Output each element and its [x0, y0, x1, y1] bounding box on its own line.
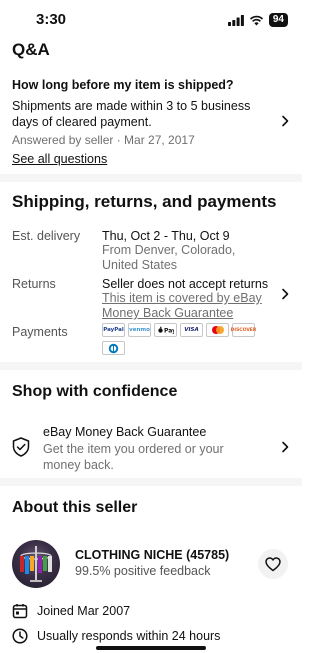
delivery-dates: Thu, Oct 2 - Thu, Oct 9 [102, 229, 230, 243]
section-divider [0, 478, 302, 486]
diners-club-icon [102, 341, 125, 355]
apple-pay-icon: Pay [154, 323, 177, 337]
clock-icon [12, 628, 28, 644]
seller-joined: Joined Mar 2007 [37, 604, 131, 618]
calendar-icon [12, 604, 28, 619]
seller-title: About this seller [12, 499, 138, 516]
money-back-guarantee-subtitle: Get the item you ordered or your money b… [43, 442, 224, 472]
returns-value: Seller does not accept returns [102, 277, 269, 291]
money-back-link[interactable]: This item is covered by eBay Money Back … [102, 291, 272, 321]
payment-methods-row: PayPal venmo Pay VISA DISCOVER [102, 323, 256, 337]
svg-text:Pay: Pay [164, 328, 174, 334]
payment-methods-row-2 [102, 341, 125, 355]
paypal-icon: PayPal [102, 323, 125, 337]
qa-answer: Shipments are made within 3 to 5 busines… [12, 99, 251, 129]
money-back-guarantee-title[interactable]: eBay Money Back Guarantee [43, 425, 206, 439]
battery-indicator: 94 [268, 13, 288, 27]
status-bar: 3:30 94 [0, 0, 302, 40]
home-indicator [96, 646, 206, 650]
delivery-label: Est. delivery [12, 229, 81, 243]
heart-icon [265, 556, 281, 571]
shield-check-icon [12, 437, 30, 457]
shipping-title: Shipping, returns, and payments [12, 192, 277, 211]
visa-icon: VISA [180, 323, 203, 337]
section-divider [0, 362, 302, 370]
returns-label: Returns [12, 277, 56, 291]
venmo-icon: venmo [128, 323, 151, 337]
status-icons: 94 [227, 13, 288, 27]
section-divider [0, 174, 302, 182]
qa-title: Q&A [12, 40, 50, 59]
signal-icon [227, 14, 244, 26]
status-time: 3:30 [36, 11, 67, 28]
chevron-right-icon[interactable] [279, 115, 291, 127]
seller-response-time: Usually responds within 24 hours [37, 629, 221, 643]
seller-response-row: Usually responds within 24 hours [12, 628, 220, 644]
delivery-from: From Denver, Colorado, United States [102, 243, 236, 272]
confidence-title: Shop with confidence [12, 383, 178, 400]
see-all-questions-link[interactable]: See all questions [12, 152, 107, 166]
qa-answered-by: Answered by seller · Mar 27, 2017 [12, 133, 195, 147]
seller-feedback: 99.5% positive feedback [75, 564, 211, 578]
save-seller-button[interactable] [258, 549, 288, 579]
seller-name[interactable]: CLOTHING NICHE (45785) [75, 548, 229, 562]
mastercard-icon [206, 323, 229, 337]
seller-avatar[interactable] [12, 540, 60, 588]
payments-label: Payments [12, 325, 68, 339]
wifi-icon [249, 15, 263, 25]
seller-joined-row: Joined Mar 2007 [12, 603, 130, 619]
chevron-right-icon[interactable] [279, 288, 291, 300]
chevron-right-icon[interactable] [279, 441, 291, 453]
discover-icon: DISCOVER [231, 323, 256, 337]
qa-question[interactable]: How long before my item is shipped? [12, 78, 234, 92]
